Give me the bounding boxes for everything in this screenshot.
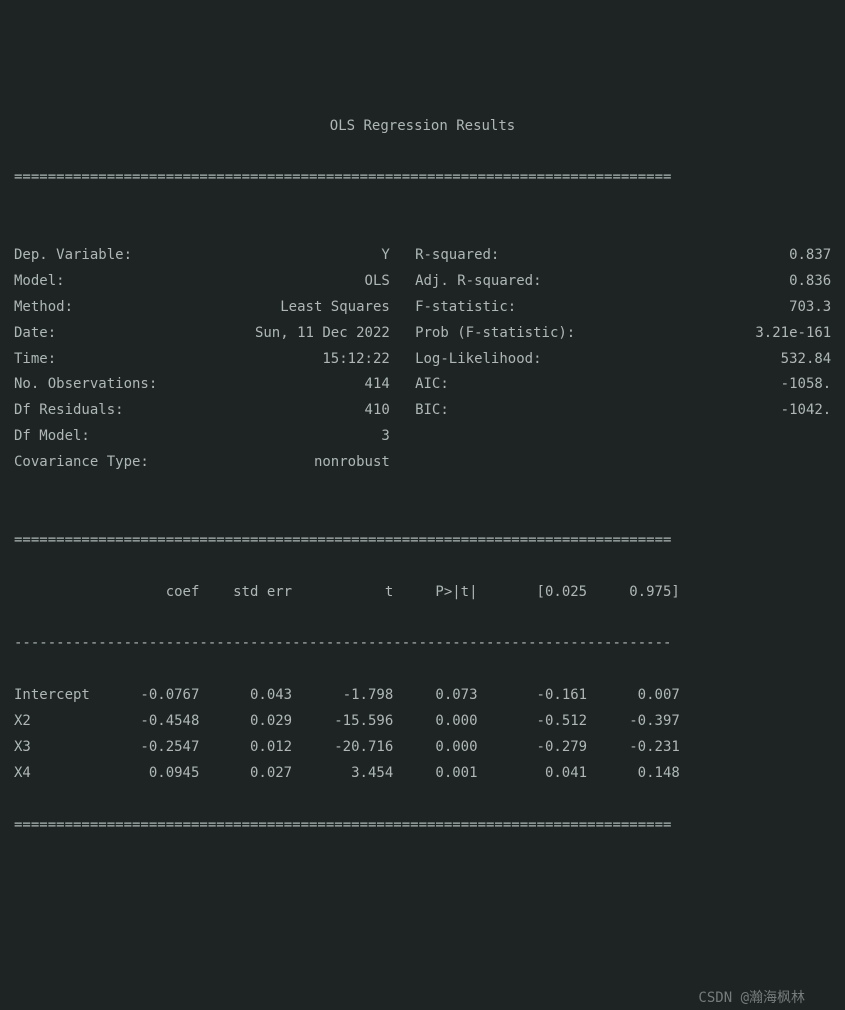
stat-label: Time: [14, 347, 56, 373]
coef-value: 0.0945 [115, 761, 199, 787]
stderr-value: 0.029 [199, 709, 292, 735]
stat-label: Log-Likelihood: [398, 347, 541, 373]
p-value: 0.000 [393, 709, 477, 735]
stat-value: OLS [65, 269, 390, 295]
stderr-value: 0.012 [199, 735, 292, 761]
term-name: X3 [14, 735, 115, 761]
stat-label: Df Residuals: [14, 398, 124, 424]
ci-high-value: 0.007 [587, 683, 680, 709]
rule-bottom: ========================================… [14, 813, 831, 839]
stat-row: Df Model:3 [14, 424, 390, 450]
coef-row: Intercept-0.07670.043-1.7980.073-0.1610.… [14, 683, 831, 709]
col-ci-low: [0.025 [478, 580, 588, 606]
stat-value: 3.21e-161 [575, 321, 831, 347]
col-stderr: std err [199, 580, 292, 606]
stat-value: -1058. [449, 372, 831, 398]
stderr-value: 0.043 [199, 683, 292, 709]
stat-row: R-squared:0.837 [398, 243, 831, 269]
stat-label: Model: [14, 269, 65, 295]
stat-value: 414 [157, 372, 390, 398]
stat-value: 410 [124, 398, 390, 424]
stat-value: Sun, 11 Dec 2022 [56, 321, 390, 347]
stat-label: Method: [14, 295, 73, 321]
p-value: 0.000 [393, 735, 477, 761]
stat-value: 532.84 [542, 347, 832, 373]
stat-value: 3 [90, 424, 390, 450]
stat-value: 0.837 [499, 243, 831, 269]
t-value: -20.716 [292, 735, 393, 761]
stat-label: BIC: [398, 398, 449, 424]
term-name: X2 [14, 709, 115, 735]
watermark: CSDN @瀚海枫林 [698, 986, 805, 1010]
stat-row: Time:15:12:22 [14, 347, 390, 373]
stat-label: Adj. R-squared: [398, 269, 541, 295]
coef-value: -0.0767 [115, 683, 199, 709]
ci-high-value: -0.397 [587, 709, 680, 735]
term-name: X4 [14, 761, 115, 787]
col-ci-high: 0.975] [587, 580, 680, 606]
stat-value: Least Squares [73, 295, 390, 321]
t-value: -15.596 [292, 709, 393, 735]
p-value: 0.001 [393, 761, 477, 787]
stat-label: Dep. Variable: [14, 243, 132, 269]
coef-value: -0.2547 [115, 735, 199, 761]
stat-row: AIC:-1058. [398, 372, 831, 398]
stat-row: F-statistic:703.3 [398, 295, 831, 321]
stat-row: Adj. R-squared:0.836 [398, 269, 831, 295]
right-stats-block: R-squared:0.837Adj. R-squared:0.836F-sta… [398, 243, 831, 424]
ci-high-value: 0.148 [587, 761, 680, 787]
ci-high-value: -0.231 [587, 735, 680, 761]
stat-label: Covariance Type: [14, 450, 149, 476]
stat-row: Dep. Variable:Y [14, 243, 390, 269]
ci-low-value: -0.279 [478, 735, 588, 761]
stat-value: nonrobust [149, 450, 390, 476]
stat-value: -1042. [449, 398, 831, 424]
stat-label: F-statistic: [398, 295, 516, 321]
stat-label: Date: [14, 321, 56, 347]
dashes: ----------------------------------------… [14, 631, 831, 657]
stat-row: Date:Sun, 11 Dec 2022 [14, 321, 390, 347]
ci-low-value: -0.512 [478, 709, 588, 735]
col-t: t [292, 580, 393, 606]
stat-value: 15:12:22 [56, 347, 390, 373]
coef-header: coef std err t P>|t| [0.025 0.975] [14, 580, 831, 606]
coef-row: X2-0.45480.029-15.5960.000-0.512-0.397 [14, 709, 831, 735]
coef-row: X40.09450.0273.4540.0010.0410.148 [14, 761, 831, 787]
stat-label: Prob (F-statistic): [398, 321, 575, 347]
stat-row: Df Residuals:410 [14, 398, 390, 424]
term-name: Intercept [14, 683, 115, 709]
coef-row: X3-0.25470.012-20.7160.000-0.279-0.231 [14, 735, 831, 761]
col-p: P>|t| [393, 580, 477, 606]
stat-label: Df Model: [14, 424, 90, 450]
stat-row: Model:OLS [14, 269, 390, 295]
stat-row: Covariance Type:nonrobust [14, 450, 390, 476]
stat-value: Y [132, 243, 390, 269]
stat-row: Method:Least Squares [14, 295, 390, 321]
report-title: OLS Regression Results [14, 114, 831, 140]
ci-low-value: 0.041 [478, 761, 588, 787]
t-value: -1.798 [292, 683, 393, 709]
stat-value: 0.836 [542, 269, 832, 295]
rule-mid: ========================================… [14, 528, 831, 554]
left-stats-block: Dep. Variable:YModel:OLSMethod:Least Squ… [14, 243, 398, 476]
coef-value: -0.4548 [115, 709, 199, 735]
rule-top: ========================================… [14, 165, 831, 191]
col-name [14, 580, 115, 606]
stat-value: 703.3 [516, 295, 831, 321]
ci-low-value: -0.161 [478, 683, 588, 709]
coef-body: Intercept-0.07670.043-1.7980.073-0.1610.… [14, 683, 831, 787]
stderr-value: 0.027 [199, 761, 292, 787]
stat-label: R-squared: [398, 243, 499, 269]
stat-row: Prob (F-statistic):3.21e-161 [398, 321, 831, 347]
col-coef: coef [115, 580, 199, 606]
stat-label: AIC: [398, 372, 449, 398]
stat-row: Log-Likelihood:532.84 [398, 347, 831, 373]
stat-row: BIC:-1042. [398, 398, 831, 424]
stat-label: No. Observations: [14, 372, 157, 398]
stat-row: No. Observations:414 [14, 372, 390, 398]
t-value: 3.454 [292, 761, 393, 787]
p-value: 0.073 [393, 683, 477, 709]
summary-stats: Dep. Variable:YModel:OLSMethod:Least Squ… [14, 243, 831, 476]
